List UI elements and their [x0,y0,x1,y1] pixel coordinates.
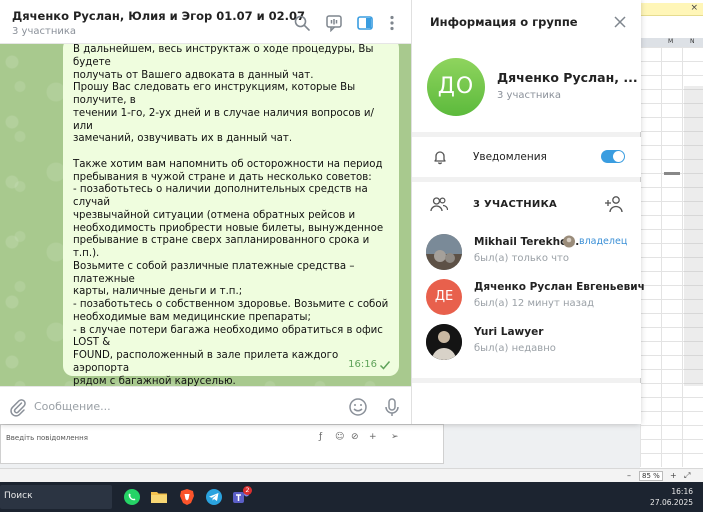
emoji-icon[interactable]: ☺ [335,432,344,442]
chat-messages[interactable]: В дальнейшем, весь инструктаж о ходе про… [0,44,411,386]
member-avatar[interactable]: ДЕ [426,279,462,315]
chat-header[interactable]: Дяченко Руслан, Юлия и Эгор 01.07 и 02.0… [0,0,411,44]
members-header: 3 УЧАСТНИКА [473,199,558,210]
member-row[interactable]: Yuri Lawyer был(а) недавно [412,318,641,362]
background-chat-window: Введіть повідомлення ƒ ☺ ⊘ + ➢ [0,424,444,464]
fit-icon[interactable]: ⤢ [684,471,690,481]
notifications-row[interactable]: Уведомления [412,137,641,177]
microphone-icon[interactable] [382,397,402,417]
chat-title[interactable]: Дяченко Руслан, Юлия и Эгор 01.07 и 02.0… [12,9,305,23]
photo-icon [426,234,462,270]
send-icon[interactable]: ➢ [391,432,399,442]
notifications-toggle[interactable] [601,150,625,163]
group-card: ДО Дяченко Руслан, ... 3 участника [412,44,641,132]
spreadsheet-notice-bar: × [640,3,703,16]
emoji-icon[interactable] [348,397,368,417]
plus-icon[interactable]: + [369,432,377,442]
member-name: Yuri Lawyer [474,326,544,338]
members-section: 3 УЧАСТНИКА Mikhail Terekho... владелец … [412,182,645,378]
zoom-in-icon[interactable]: + [670,471,677,480]
background-spreadsheet: × M N [640,0,703,482]
taskbar-date: 27.06.2025 [650,498,693,507]
member-avatar-photo[interactable] [426,234,462,270]
close-icon[interactable] [613,15,627,29]
attach-icon[interactable]: ⊘ [351,432,359,442]
more-menu-icon[interactable] [383,14,401,32]
group-avatar[interactable]: ДО [427,58,485,116]
background-message-input[interactable]: Введіть повідомлення [6,434,88,442]
paperclip-icon[interactable] [8,397,28,417]
taskbar-search[interactable]: Поиск [0,485,112,509]
brave-browser-icon[interactable] [178,488,196,506]
search-icon[interactable] [293,14,311,32]
member-status: был(а) только что [474,253,569,264]
message-composer [0,386,411,424]
member-status: был(а) недавно [474,343,556,354]
spreadsheet-column-header: M N [640,38,703,47]
info-panel-filler [412,383,641,424]
sidebar-toggle-icon[interactable] [356,14,374,32]
zoom-select[interactable]: 85 % [639,471,663,481]
spreadsheet-status-bar: – 85 % + ⤢ [0,468,703,482]
message-input[interactable] [34,396,334,416]
member-role-badge: владелец [579,236,628,247]
group-member-count: 3 участника [497,90,562,101]
users-icon [430,197,448,212]
taskbar: Поиск 2 16:16 27.06.2025 [0,482,703,512]
add-member-icon[interactable] [604,195,624,213]
chat-pane: Дяченко Руслан, Юлия и Эгор 01.07 и 02.0… [0,0,411,424]
spreadsheet-cell-mark [664,172,680,175]
chat-subtitle: 3 участника [12,26,77,37]
telegram-icon[interactable] [205,488,223,506]
owner-avatar-icon [563,235,575,248]
file-explorer-icon[interactable] [150,488,168,506]
member-name: Дяченко Руслан Евгеньевич [474,281,645,293]
group-info-panel: Информация о группе ДО Дяченко Руслан, .… [411,0,645,424]
format-icon[interactable]: ƒ [319,432,322,442]
info-header: Информация о группе [412,0,641,44]
notification-badge: 2 [243,486,252,495]
live-stream-icon[interactable] [325,14,343,32]
message-time: 16:16 [348,359,377,370]
notifications-label: Уведомления [473,151,547,163]
telegram-window: Дяченко Руслан, Юлия и Эгор 01.07 и 02.0… [0,0,645,424]
message-text: В дальнейшем, весь инструктаж о ходе про… [73,44,389,386]
zoom-out-icon[interactable]: – [627,471,631,480]
message-bubble[interactable]: В дальнейшем, весь инструктаж о ходе про… [63,44,399,386]
member-avatar-photo[interactable] [426,324,462,360]
read-check-icon [379,361,391,370]
spreadsheet-shaded-column [684,86,703,386]
close-icon[interactable]: × [690,3,698,13]
group-name: Дяченко Руслан, ... [497,70,638,85]
photo-icon [426,324,462,360]
taskbar-search-label: Поиск [4,491,33,501]
member-status: был(а) 12 минут назад [474,298,594,309]
whatsapp-icon[interactable] [123,488,141,506]
column-n[interactable]: N [690,38,695,45]
member-row[interactable]: Mikhail Terekho... владелец был(а) тольк… [412,228,641,272]
taskbar-clock[interactable]: 16:16 27.06.2025 [650,486,693,508]
column-m[interactable]: M [668,38,673,45]
taskbar-time: 16:16 [671,487,693,496]
bell-icon [434,151,446,165]
info-title: Информация о группе [430,15,578,29]
member-row[interactable]: ДЕ Дяченко Руслан Евгеньевич был(а) 12 м… [412,273,645,317]
